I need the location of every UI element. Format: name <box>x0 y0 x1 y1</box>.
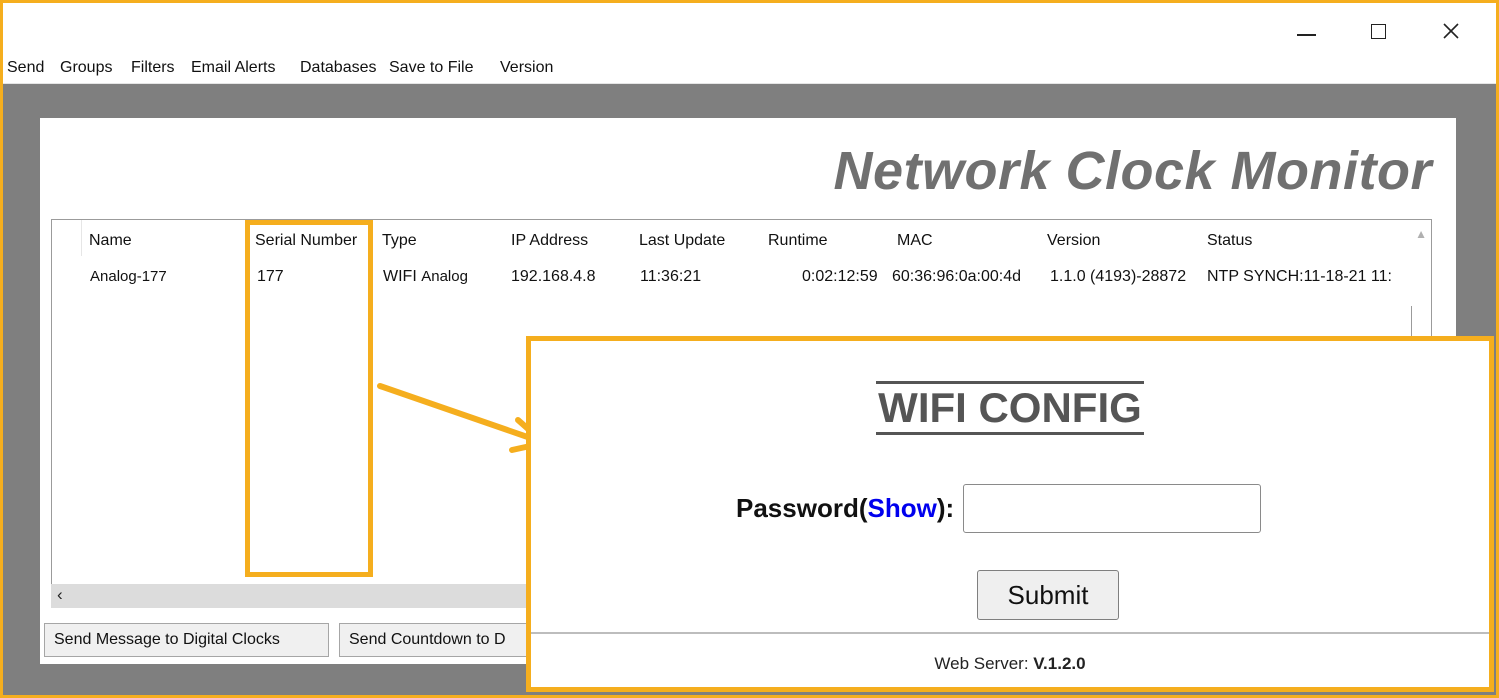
window-titlebar <box>3 3 1496 53</box>
column-header-ip-address[interactable]: IP Address <box>511 232 588 250</box>
maximize-button[interactable] <box>1358 13 1398 49</box>
scroll-left-icon[interactable]: ‹ <box>57 585 63 605</box>
menu-databases[interactable]: Databases <box>300 59 377 77</box>
web-server-label: Web Server: <box>934 654 1034 673</box>
show-password-link[interactable]: Show <box>868 493 937 523</box>
menu-filters[interactable]: Filters <box>131 59 175 77</box>
cell-type-sub: Analog <box>421 268 468 285</box>
password-row: Password(Show): <box>736 481 1262 535</box>
wifi-config-title-wrap: WIFI CONFIG <box>531 381 1489 435</box>
serial-number-highlight <box>245 220 373 577</box>
password-input[interactable] <box>963 483 1262 533</box>
cell-status: NTP SYNCH:11-18-21 11: <box>1207 268 1392 285</box>
cell-last-update: 11:36:21 <box>640 268 702 285</box>
submit-button[interactable]: Submit <box>977 570 1119 620</box>
scroll-up-icon[interactable]: ▲ <box>1415 227 1427 241</box>
cell-type-main: WIFI <box>383 268 417 285</box>
column-header-name[interactable]: Name <box>89 232 132 250</box>
send-countdown-button[interactable]: Send Countdown to D <box>339 623 539 657</box>
menu-email-alerts[interactable]: Email Alerts <box>191 59 275 77</box>
column-header-type[interactable]: Type <box>382 232 417 250</box>
cell-ip-address: 192.168.4.8 <box>511 268 596 285</box>
send-message-button[interactable]: Send Message to Digital Clocks <box>44 623 329 657</box>
column-separator <box>81 220 82 256</box>
menu-groups[interactable]: Groups <box>60 59 112 77</box>
cell-name: Analog-177 <box>90 268 167 285</box>
wifi-config-title: WIFI CONFIG <box>876 381 1144 435</box>
minimize-icon <box>1296 34 1316 36</box>
maximize-icon <box>1370 23 1386 39</box>
column-header-mac[interactable]: MAC <box>897 232 933 250</box>
cell-version: 1.1.0 (4193)-28872 <box>1050 268 1187 285</box>
web-server-version-value: V.1.2.0 <box>1033 654 1086 673</box>
footer-divider <box>531 632 1489 634</box>
menu-version[interactable]: Version <box>500 59 553 77</box>
close-icon <box>1443 23 1459 39</box>
app-title: Network Clock Monitor <box>833 141 1432 201</box>
column-header-status[interactable]: Status <box>1207 232 1252 250</box>
menu-send[interactable]: Send <box>7 59 44 77</box>
password-label: Password(Show): <box>736 493 954 524</box>
password-label-text: Password( <box>736 492 868 523</box>
menu-bar: Send Groups Filters Email Alerts Databas… <box>3 53 1496 84</box>
cell-mac: 60:36:96:0a:00:4d <box>892 268 1022 285</box>
password-label-end: ): <box>936 492 955 523</box>
minimize-button[interactable] <box>1286 13 1326 49</box>
column-header-version[interactable]: Version <box>1047 232 1100 250</box>
column-header-last-update[interactable]: Last Update <box>639 232 725 250</box>
column-header-runtime[interactable]: Runtime <box>768 232 828 250</box>
menu-save-to-file[interactable]: Save to File <box>389 59 473 77</box>
web-server-version: Web Server: V.1.2.0 <box>531 654 1489 674</box>
wifi-config-panel: WIFI CONFIG Password(Show): Submit Web S… <box>526 336 1494 692</box>
close-button[interactable] <box>1431 13 1471 49</box>
cell-runtime: 0:02:12:59 <box>802 268 878 285</box>
cell-type: WIFI Analog <box>383 268 468 286</box>
